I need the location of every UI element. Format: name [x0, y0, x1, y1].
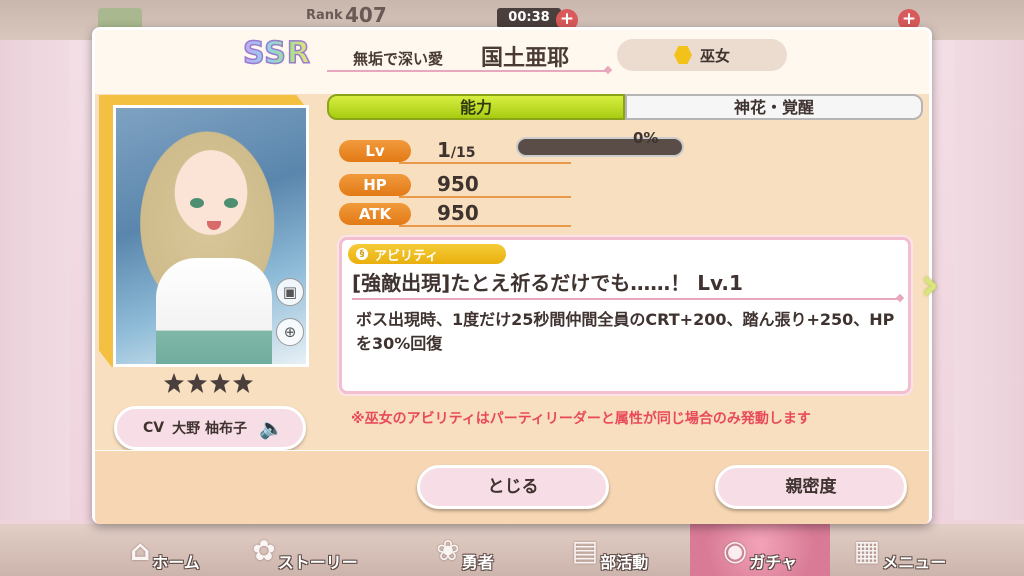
card-detail-dialog: SSR 無垢で深い愛 国土亜耶 巫女 ▣ ⊕ CV 大野 柚布子 🔈 能力 神花 [92, 27, 939, 524]
rarity-badge: SSR [242, 35, 311, 72]
lv-value: 1/15 [437, 138, 476, 162]
card-name: 国土亜耶 [481, 46, 570, 71]
ability-title: [強敵出現]たとえ祈るだけでも……！ Lv.1 [352, 271, 743, 295]
stat-underline [399, 225, 571, 227]
nav-hero-label: 勇者 [461, 553, 494, 572]
nav-menu[interactable]: ▦ メニュー [830, 524, 970, 576]
nav-story[interactable]: ✿ ストーリー [235, 524, 375, 576]
portrait-eye-left [190, 198, 204, 208]
ability-panel: § アビリティ [強敵出現]たとえ祈るだけでも……！ Lv.1 ボス出現時、1度… [339, 237, 911, 394]
atk-value: 950 [437, 201, 479, 225]
ability-description: ボス出現時、1度だけ25秒間仲間全員のCRT+200、踏ん張り+250、HPを3… [356, 310, 895, 353]
gacha-icon: ◉ [722, 533, 748, 567]
right-decoration [954, 40, 1024, 520]
menu-icon: ▦ [853, 533, 881, 567]
ability-tag-label: アビリティ [374, 248, 439, 264]
nav-story-label: ストーリー [277, 553, 358, 572]
detail-tabs: 能力 神花・覚醒 [327, 94, 923, 120]
ability-note: ※巫女のアビリティはパーティリーダーと属性が同じ場合のみ発動します [351, 411, 811, 427]
affinity-button[interactable]: 親密度 [715, 465, 907, 509]
portrait-mouth [207, 221, 221, 230]
star-icon [210, 373, 230, 393]
header-divider [327, 70, 607, 72]
portrait-frame: ▣ ⊕ [99, 95, 315, 375]
nav-home-label: ホーム [152, 553, 200, 572]
attribute-label: 巫女 [699, 46, 730, 65]
ability-icon: § [356, 248, 368, 260]
left-decoration [0, 40, 70, 520]
stat-underline [399, 196, 571, 198]
stamina-timer: 00:38 [497, 8, 561, 28]
star-icon [164, 373, 184, 393]
exp-percent: 0% [633, 129, 659, 147]
nav-hero[interactable]: ❀ 勇者 [395, 524, 535, 576]
nav-club-label: 部活動 [600, 553, 649, 572]
rank-label: Rank [306, 8, 343, 23]
close-button[interactable]: とじる [417, 465, 609, 509]
dialog-header: SSR 無垢で深い愛 国土亜耶 巫女 [95, 30, 929, 94]
story-icon: ✿ [252, 533, 276, 567]
exp-progress-bar [516, 137, 684, 157]
rank-value: 407 [345, 3, 387, 27]
nav-menu-label: メニュー [882, 553, 947, 572]
nav-gacha[interactable]: ◉ ガチャ [690, 524, 830, 576]
hp-value: 950 [437, 172, 479, 196]
nav-gacha-label: ガチャ [749, 553, 798, 572]
chevron-right-icon[interactable]: › [921, 260, 943, 310]
character-portrait[interactable]: ▣ ⊕ [113, 105, 309, 367]
voice-actor-button[interactable]: CV 大野 柚布子 🔈 [114, 406, 306, 450]
tab-ability[interactable]: 能力 [327, 94, 625, 120]
club-icon: ▤ [571, 533, 599, 567]
cv-label: CV [143, 420, 165, 436]
star-rating [164, 373, 253, 393]
hero-icon: ❀ [436, 533, 460, 567]
atk-label: ATK [339, 203, 411, 225]
image-view-icon[interactable]: ▣ [276, 278, 304, 306]
zoom-icon[interactable]: ⊕ [276, 318, 304, 346]
stat-underline [399, 162, 571, 164]
lv-label: Lv [339, 140, 411, 162]
lv-current: 1 [437, 138, 451, 162]
home-icon: ⌂ [130, 533, 151, 567]
tab-awakening[interactable]: 神花・覚醒 [625, 94, 923, 120]
nav-club[interactable]: ▤ 部活動 [540, 524, 680, 576]
hp-label: HP [339, 174, 411, 196]
cv-name: 大野 柚布子 [172, 421, 247, 437]
star-icon [187, 373, 207, 393]
ability-tag: § アビリティ [348, 244, 506, 264]
ability-divider [352, 298, 900, 300]
lv-max: /15 [450, 145, 476, 161]
portrait-eye-right [224, 198, 238, 208]
bottom-navigation: ⌂ ホーム ✿ ストーリー ❀ 勇者 ▤ 部活動 ◉ ガチャ ▦ メニュー [0, 524, 1024, 576]
speaker-icon: 🔈 [258, 416, 284, 440]
attribute-badge: 巫女 [617, 39, 787, 71]
card-subtitle: 無垢で深い愛 [353, 50, 444, 68]
portrait-dress [156, 258, 272, 364]
nav-home[interactable]: ⌂ ホーム [95, 524, 235, 576]
hexagon-attribute-icon [673, 46, 692, 64]
star-icon [233, 373, 253, 393]
